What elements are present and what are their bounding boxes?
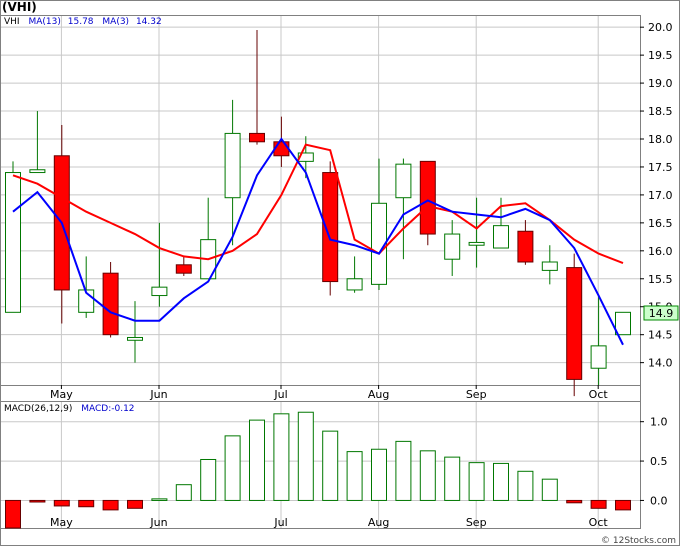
macd-bar: [444, 456, 461, 501]
macd-bar: [468, 462, 485, 501]
macd-month-label: Jun: [149, 516, 167, 529]
macd-bar: [102, 499, 119, 511]
macd-bar: [297, 411, 314, 501]
price-tick-label: 19.0: [648, 77, 673, 90]
month-label: Oct: [589, 388, 609, 401]
macd-bar: [541, 478, 558, 501]
macd-bar: [419, 450, 436, 501]
candle-body: [590, 345, 607, 369]
macd-bar: [371, 448, 387, 501]
price-tick-label: 19.5: [648, 49, 673, 62]
last-price-label: 14.9: [649, 307, 674, 320]
macd-bar: [273, 413, 290, 501]
month-label: Jul: [273, 388, 287, 401]
price-tick-label: 14.5: [648, 329, 673, 342]
stock-chart: 14.014.515.015.516.016.517.017.518.018.5…: [0, 0, 680, 546]
macd-bar: [127, 499, 143, 509]
candle-body: [541, 261, 558, 271]
macd-bar: [590, 499, 607, 509]
chart-title: (VHI): [2, 0, 37, 14]
legend-ma-long-value: 15.78: [68, 17, 94, 27]
macd-tick-label: 0.0: [650, 494, 668, 507]
macd-bar: [395, 440, 412, 501]
macd-bar: [224, 435, 241, 501]
macd-tick-label: 0.5: [650, 455, 668, 468]
month-label: Aug: [368, 388, 389, 401]
month-label: May: [50, 388, 73, 401]
macd-bar: [200, 458, 217, 501]
candle-body: [102, 272, 119, 336]
legend-ma-long-label: MA(13): [28, 17, 60, 27]
macd-month-label: Aug: [368, 516, 389, 529]
macd-month-label: May: [50, 516, 73, 529]
macd-bar: [29, 499, 46, 503]
candle-body: [127, 336, 143, 341]
macd-bar: [249, 419, 265, 501]
price-panel-frame: [0, 15, 641, 386]
candle-body: [395, 163, 412, 199]
month-label: Sep: [466, 388, 487, 401]
candle-body: [419, 160, 436, 235]
macd-bar: [53, 499, 70, 507]
macd-bar: [615, 499, 631, 511]
candle-body: [493, 225, 509, 249]
legend-ma-short-label: MA(3): [102, 17, 129, 27]
price-tick-label: 18.5: [648, 105, 673, 118]
macd-legend-label: MACD(26,12,9): [4, 404, 72, 414]
candle-body: [517, 230, 534, 263]
price-legend: VHI MA(13) 15.78 MA(3) 14.32: [4, 17, 162, 27]
macd-month-label: Oct: [589, 516, 609, 529]
macd-month-label: Jul: [273, 516, 287, 529]
candle-body: [566, 267, 583, 380]
candle-body: [249, 132, 265, 143]
candle-body: [175, 264, 192, 274]
candle-body: [346, 278, 363, 291]
price-tick-label: 16.5: [648, 217, 673, 230]
macd-bar: [517, 470, 534, 501]
chart-svg: 14.014.515.015.516.016.517.017.518.018.5…: [0, 0, 680, 546]
macd-bar: [5, 499, 21, 529]
watermark: © 12Stocks.com: [601, 536, 676, 546]
month-label: Jun: [149, 388, 167, 401]
macd-bar: [346, 451, 363, 501]
macd-month-label: Sep: [466, 516, 487, 529]
macd-tick-label: 1.0: [650, 416, 668, 429]
candle-body: [29, 169, 46, 174]
candle-body: [273, 141, 290, 157]
candle-body: [444, 233, 461, 260]
month-axis-strip: [0, 385, 641, 402]
macd-bar: [151, 498, 168, 501]
macd-bar: [493, 462, 509, 501]
candle-body: [615, 311, 631, 336]
macd-bar: [566, 499, 583, 504]
price-tick-label: 20.0: [648, 21, 673, 34]
macd-bar: [322, 430, 339, 501]
macd-panel-frame: [0, 401, 641, 529]
candle-body: [151, 286, 168, 297]
macd-legend: MACD(26,12,9) MACD:-0.12: [4, 404, 135, 414]
legend-ma-short-value: 14.32: [136, 17, 162, 27]
price-tick-label: 15.5: [648, 273, 673, 286]
price-tick-label: 16.0: [648, 245, 673, 258]
price-tick-label: 17.5: [648, 161, 673, 174]
macd-bar: [175, 484, 192, 501]
price-tick-label: 17.0: [648, 189, 673, 202]
candle-body: [468, 241, 485, 246]
candle-body: [224, 132, 241, 199]
price-tick-label: 14.0: [648, 357, 673, 370]
candle-body: [5, 172, 21, 313]
legend-symbol: VHI: [4, 17, 20, 27]
macd-legend-value: MACD:-0.12: [81, 404, 134, 414]
price-tick-label: 18.0: [648, 133, 673, 146]
macd-bar: [78, 499, 95, 508]
